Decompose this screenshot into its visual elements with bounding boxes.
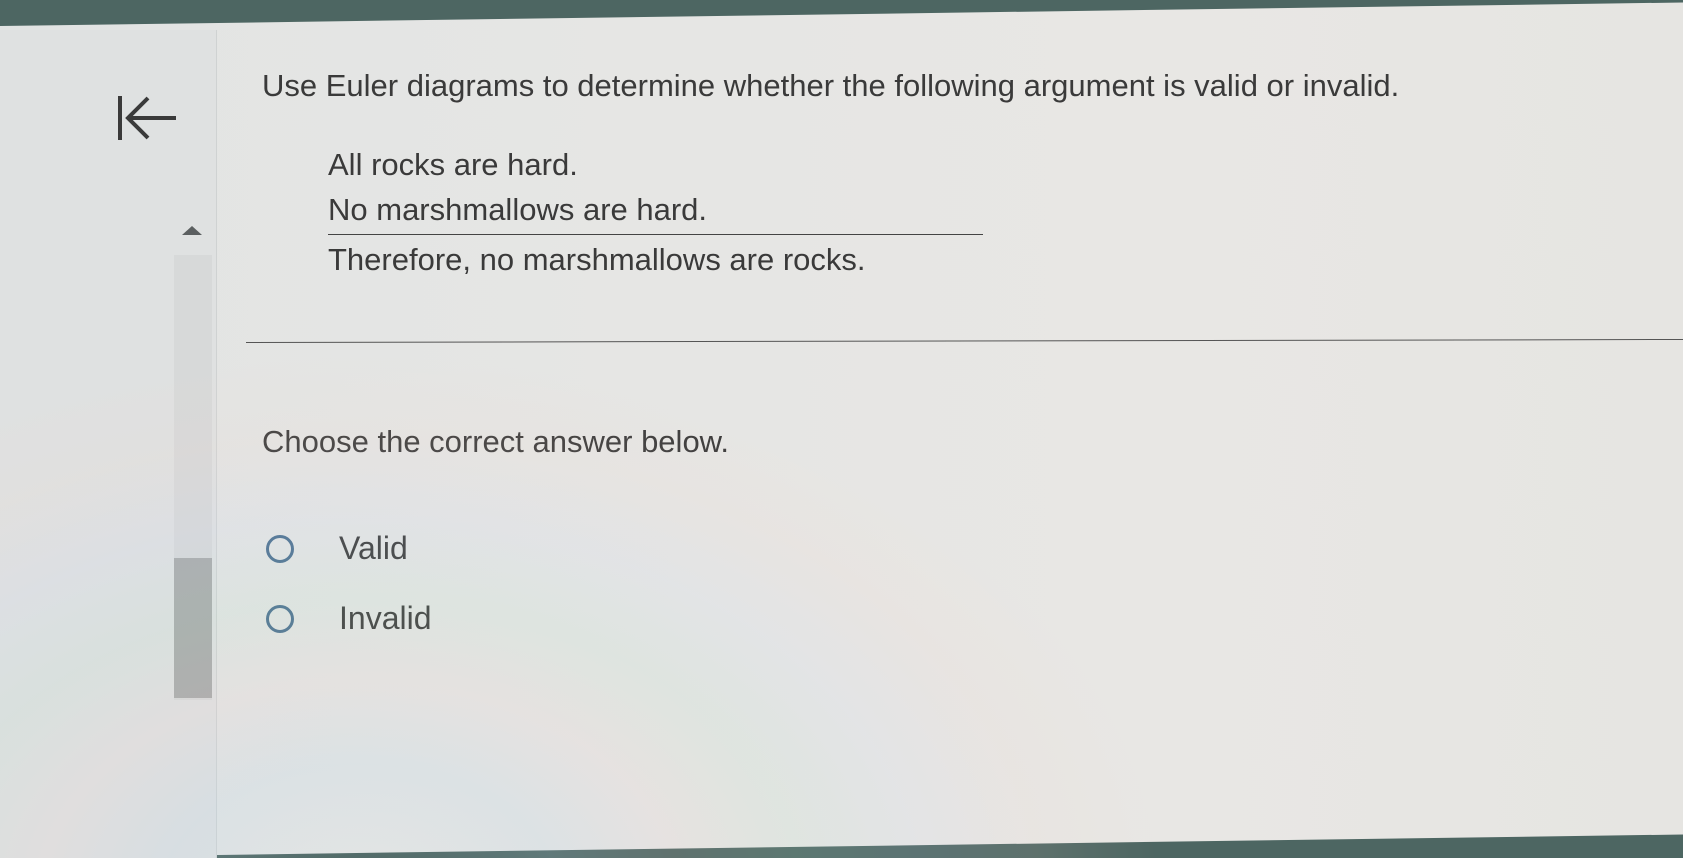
premise-1: All rocks are hard. — [328, 147, 578, 182]
conclusion: Therefore, no marshmallows are rocks. — [328, 242, 866, 277]
option-label-valid[interactable]: Valid — [339, 530, 408, 567]
scroll-up-arrow-icon[interactable] — [182, 226, 202, 235]
option-invalid[interactable]: Invalid — [266, 600, 432, 637]
premise-2: No marshmallows are hard. — [328, 187, 983, 235]
question-panel: Use Euler diagrams to determine whether … — [246, 0, 1683, 858]
argument: All rocks are hard. No marshmallows are … — [328, 142, 983, 282]
option-label-invalid[interactable]: Invalid — [339, 600, 432, 637]
answer-prompt: Choose the correct answer below. — [262, 424, 729, 459]
question-text: Use Euler diagrams to determine whether … — [262, 68, 1400, 103]
option-valid[interactable]: Valid — [266, 530, 408, 567]
section-divider — [246, 338, 1683, 343]
radio-button-invalid[interactable] — [266, 604, 294, 633]
radio-button-valid[interactable] — [266, 534, 294, 563]
first-page-arrow-icon[interactable] — [114, 88, 186, 150]
scrollbar-thumb[interactable] — [174, 558, 212, 698]
